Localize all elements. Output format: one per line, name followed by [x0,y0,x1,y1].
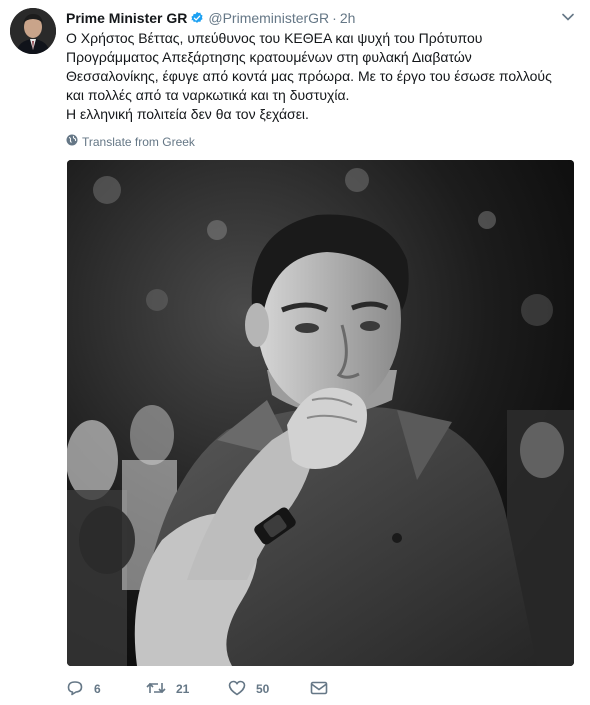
like-count: 50 [256,682,270,696]
like-button[interactable]: 50 [228,680,310,699]
translate-link[interactable]: Translate from Greek [66,134,195,149]
globe-icon [66,134,82,149]
reply-button[interactable]: 6 [66,680,146,699]
translate-label: Translate from Greek [82,134,195,149]
user-handle[interactable]: @PrimeministerGR [208,10,329,26]
display-name[interactable]: Prime Minister GR [66,10,187,26]
direct-message-button[interactable] [310,681,338,698]
tweet-actions: 6 21 50 [66,679,338,699]
reply-count: 6 [94,682,101,696]
tweet-photo[interactable] [67,160,574,666]
tweet-text-line: Θεσσαλονίκης, έφυγε από κοντά μας πρόωρα… [66,68,552,84]
chevron-down-icon[interactable] [560,9,576,25]
tweet-text: Ο Χρήστος Βέττας, υπεύθυνος του ΚΕΘΕΑ κα… [66,29,566,124]
timestamp[interactable]: 2h [340,10,356,26]
tweet-text-line: Προγράμματος Απεξάρτησης κρατουμένων στη… [66,49,472,65]
retweet-icon [146,680,176,699]
separator-dot: · [332,10,337,26]
verified-badge-icon [190,11,204,25]
tweet-header: Prime Minister GR @PrimeministerGR · 2h [66,9,580,27]
tweet-text-line: Ο Χρήστος Βέττας, υπεύθυνος του ΚΕΘΕΑ κα… [66,30,483,46]
heart-icon [228,680,256,699]
tweet: Prime Minister GR @PrimeministerGR · 2h … [0,0,590,705]
envelope-icon [310,681,338,698]
retweet-count: 21 [176,682,190,696]
reply-icon [66,680,94,699]
retweet-button[interactable]: 21 [146,680,228,699]
avatar[interactable] [10,8,56,54]
tweet-text-line: Η ελληνική πολιτεία δεν θα τον ξεχάσει. [66,106,309,122]
tweet-text-line: και πολλές από τα ναρκωτικά και τη δυστυ… [66,87,350,103]
